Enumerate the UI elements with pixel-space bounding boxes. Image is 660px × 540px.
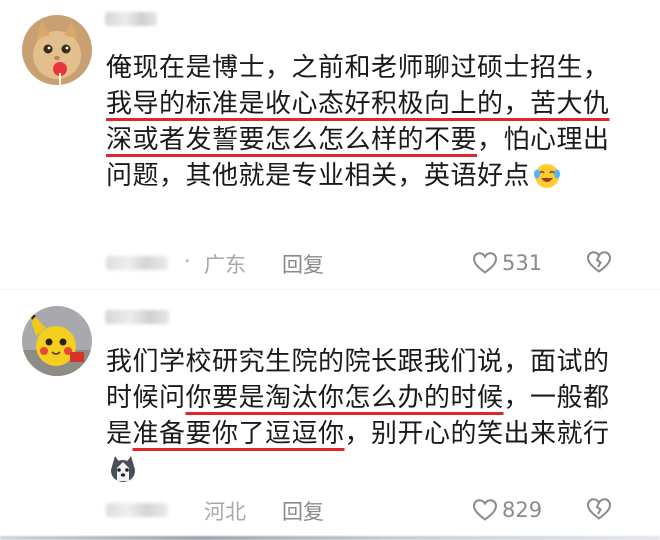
husky-dog-emoji-icon <box>108 454 138 484</box>
location-label: 广东 <box>204 253 246 277</box>
laughing-tears-emoji-icon <box>532 160 562 190</box>
comment-list: 俺现在是博士，之前和老师聊过硕士招生，我导的标准是收心态好积极向上的，苦大仇深或… <box>0 0 660 540</box>
separator-dot: · <box>184 249 191 273</box>
comment-text: 俺现在是博士，之前和老师聊过硕士招生，我导的标准是收心态好积极向上的，苦大仇深或… <box>106 50 626 194</box>
comment-meta: 河北 回复 829 <box>106 495 636 525</box>
timestamp-blurred <box>106 256 168 270</box>
highlighted-text: 你要是淘汰你怎么办的时候 <box>185 383 504 413</box>
broken-heart-icon[interactable] <box>586 497 612 521</box>
highlighted-text: 准备要你了逗逗你 <box>132 419 345 449</box>
comment-text: 我们学校研究生院的院长跟我们说，面试的时候问你要是淘汰你怎么办的时候，一般都是准… <box>106 344 626 488</box>
comment-meta: · 广东 回复 531 <box>106 248 636 278</box>
comment-item: 我们学校研究生院的院长跟我们说，面试的时候问你要是淘汰你怎么办的时候，一般都是准… <box>0 290 660 540</box>
broken-heart-icon[interactable] <box>586 250 612 274</box>
pikachu-avatar-icon[interactable] <box>22 306 92 376</box>
username-blurred[interactable] <box>105 12 157 26</box>
like-button[interactable]: 531 <box>472 248 542 278</box>
comment-text-segment: ，别开心的笑出来就行 <box>344 419 610 449</box>
timestamp-blurred <box>106 503 168 517</box>
like-button[interactable]: 829 <box>472 495 542 525</box>
cat-avatar-icon[interactable] <box>22 15 92 85</box>
like-count: 829 <box>502 498 543 522</box>
comment-item: 俺现在是博士，之前和老师聊过硕士招生，我导的标准是收心态好积极向上的，苦大仇深或… <box>0 0 660 290</box>
like-count: 531 <box>502 251 543 275</box>
heart-icon <box>472 252 498 274</box>
username-blurred[interactable] <box>105 310 169 324</box>
heart-icon <box>472 499 498 521</box>
comment-text-segment: 俺现在是博士，之前和老师聊过硕士招生， <box>106 53 610 83</box>
location-label: 河北 <box>204 500 246 524</box>
reply-button[interactable]: 回复 <box>282 249 324 279</box>
bottom-edge-strip <box>0 536 660 540</box>
reply-button[interactable]: 回复 <box>282 496 324 526</box>
